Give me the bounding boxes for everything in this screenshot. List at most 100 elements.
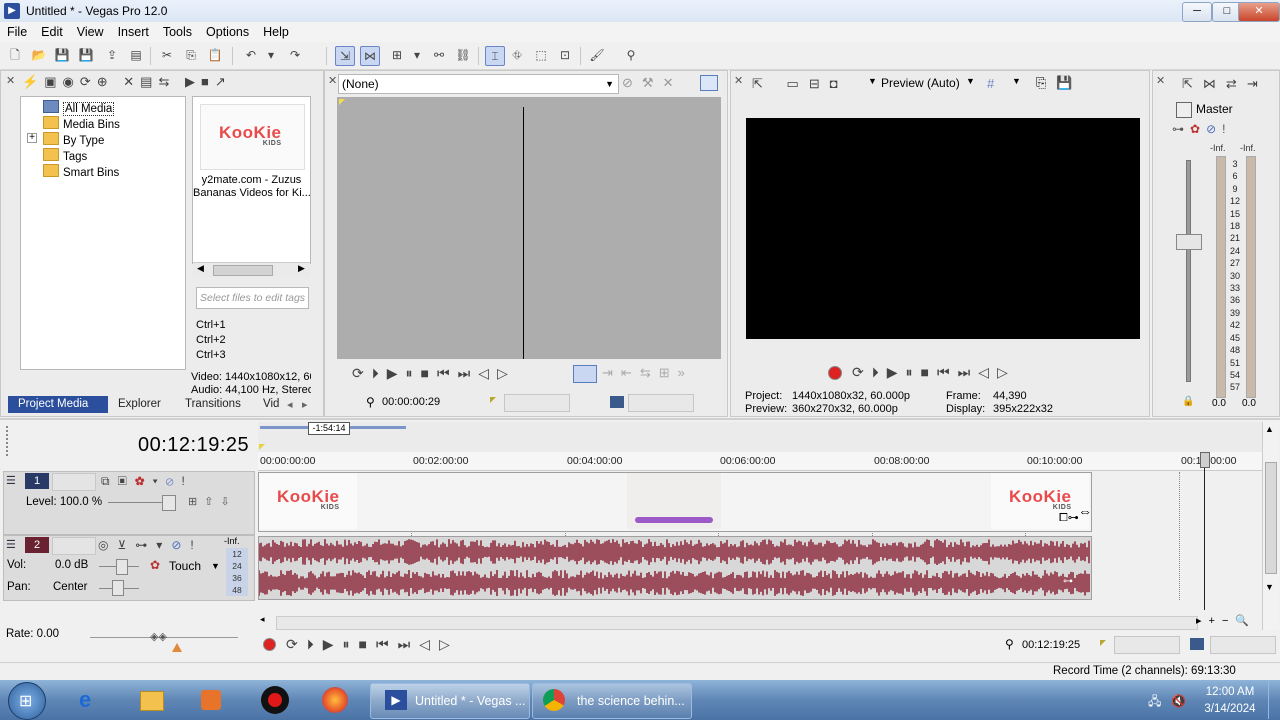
loop-icon[interactable]: ⟳ [286, 636, 307, 652]
lock-envelopes-icon[interactable]: ⚯ [430, 46, 448, 64]
preview-properties-icon[interactable]: ⇱ [752, 76, 773, 91]
video-fx-icon[interactable]: ◘ [830, 76, 848, 91]
play-icon[interactable]: ▶ [887, 364, 906, 380]
task-vegas[interactable]: ▶ Untitled * - Vegas ... [370, 683, 530, 719]
scroll-left-icon[interactable]: ◀ [197, 263, 204, 274]
ripple-dropdown-icon[interactable]: ▾ [408, 46, 426, 64]
ripple-edit-icon[interactable]: ⊞ [388, 46, 406, 64]
compositing-mode-icon[interactable]: ⧉ [101, 474, 118, 488]
track-minimize-icon[interactable]: ☰ [6, 474, 16, 487]
capture-icon[interactable]: ▣ [44, 74, 62, 89]
invert-phase-icon[interactable]: ⊻ [117, 538, 135, 552]
task-chrome[interactable]: the science behin... [532, 683, 692, 719]
trimmer-history-dropdown[interactable]: (None) ▼ [338, 74, 619, 94]
scroll-right-icon[interactable]: ▶ [298, 263, 305, 274]
next-frame-icon[interactable]: ▷ [439, 636, 459, 652]
master-lock-icon[interactable]: 🔒 [1182, 396, 1194, 407]
zoom-tool-icon[interactable]: 🔍 [1235, 615, 1256, 627]
go-start-icon[interactable]: ⏮ [437, 365, 458, 381]
expand-icon[interactable]: ⇧ [204, 496, 220, 508]
menu-options[interactable]: Options [199, 22, 256, 39]
media-properties-icon[interactable]: ▤ [140, 74, 158, 89]
prev-frame-icon[interactable]: ◁ [978, 364, 997, 380]
fx-dropdown-icon[interactable]: ▼ [868, 76, 877, 86]
vol-slider-handle[interactable] [116, 559, 128, 575]
bus-fx-icon[interactable]: ⊶ [1172, 122, 1190, 136]
envelope-tool-icon[interactable]: ⛗ [508, 46, 526, 64]
more-icon[interactable]: » [678, 365, 693, 380]
dim-icon[interactable]: ⇄ [1226, 76, 1247, 91]
insert-icon[interactable]: ⇥ [602, 365, 621, 380]
menu-insert[interactable]: Insert [111, 22, 156, 39]
minimize-button[interactable]: ─ [1182, 2, 1212, 22]
trimmer-add-icon[interactable] [573, 365, 597, 383]
copy-icon[interactable]: ⎘ [182, 46, 200, 64]
menu-tools[interactable]: Tools [156, 22, 199, 39]
undo-icon[interactable]: ↶ [242, 46, 260, 64]
audio-clip[interactable] [258, 536, 1092, 600]
play-icon[interactable]: ▶ [323, 636, 343, 652]
playhead-handle[interactable] [1200, 452, 1210, 468]
go-end-icon[interactable]: ⏭ [398, 636, 420, 652]
scroll-thumb[interactable] [213, 265, 273, 276]
media-hscrollbar[interactable]: ◀ ▶ [193, 262, 310, 277]
file-explorer-icon[interactable] [134, 684, 168, 716]
menu-file[interactable]: File [0, 22, 34, 39]
vscroll-thumb[interactable] [1265, 462, 1277, 574]
parent-motion-icon[interactable]: ▣ [118, 474, 135, 488]
play-from-start-icon[interactable]: ⏵ [372, 365, 387, 381]
track-fx-icon[interactable]: ✿ [135, 474, 153, 488]
tree-item-by-type[interactable]: By Type [43, 132, 104, 148]
next-frame-icon[interactable]: ▷ [997, 364, 1016, 380]
automation-icon[interactable]: ✿ [150, 558, 160, 572]
rate-slider-handle[interactable]: ◈◈ [150, 630, 167, 643]
play-media-icon[interactable]: ▶ [185, 74, 201, 89]
import-media-icon[interactable]: ⚡ [22, 74, 44, 89]
tree-item-smart-bins[interactable]: Smart Bins [43, 164, 119, 180]
get-media-icon[interactable]: ◉ [62, 74, 79, 89]
track-minimize-icon[interactable]: ☰ [6, 538, 16, 551]
pause-icon[interactable]: ⏸ [906, 364, 921, 380]
tab-project-media[interactable]: Project Media [18, 398, 88, 410]
cut-icon[interactable]: ✂ [158, 46, 176, 64]
trimmer-tool2-icon[interactable]: ⚒ [642, 75, 663, 90]
arm-record-icon[interactable]: ◎ [98, 538, 117, 552]
level-slider-handle[interactable] [162, 495, 176, 511]
internet-explorer-icon[interactable]: e [72, 684, 106, 716]
video-clip[interactable]: KooKie KIDS KooKie KIDS ⧠⊶ [258, 472, 1092, 532]
trimmer-remove-icon[interactable]: ✕ [663, 75, 683, 90]
pause-icon[interactable]: ⏸ [343, 636, 359, 652]
master-solo-icon[interactable]: ! [1222, 122, 1231, 136]
auto-preview-icon[interactable]: ↗ [215, 74, 232, 89]
tab-transitions[interactable]: Transitions [185, 398, 241, 410]
firefox-icon[interactable] [318, 684, 352, 716]
tree-item-all-media[interactable]: All Media [43, 100, 115, 116]
expand-by-type-icon[interactable]: + [27, 133, 37, 143]
track-motion-icon[interactable]: ⊞ [188, 496, 204, 508]
pan-slider-handle[interactable] [112, 580, 124, 596]
media-fx-icon[interactable]: ⇆ [158, 74, 175, 89]
overwrite-icon[interactable]: ⇤ [621, 365, 640, 380]
mixer-icon[interactable]: ⇱ [1182, 76, 1203, 91]
solo-icon[interactable]: ! [190, 538, 202, 552]
next-frame-icon[interactable]: ▷ [497, 365, 516, 381]
audio-clip-fx-icon[interactable]: ⊶ [1063, 576, 1073, 587]
mono-icon[interactable]: ⇥ [1247, 76, 1268, 91]
clock-date[interactable]: 3/14/2024 [1200, 703, 1260, 715]
record-icon[interactable] [263, 638, 276, 651]
paste-icon[interactable]: 📋 [206, 46, 224, 64]
master-fx-icon[interactable]: ✿ [1190, 122, 1206, 136]
audio-track-name-field[interactable] [52, 537, 96, 555]
search-media-icon[interactable]: ⊕ [97, 74, 114, 89]
panel-close-icon[interactable]: ✕ [6, 74, 15, 87]
stop-icon[interactable]: ■ [421, 365, 437, 381]
snapping-icon[interactable]: ⇲ [335, 46, 355, 66]
trimmer-monitor-icon[interactable] [700, 75, 718, 91]
automation-dropdown-icon[interactable]: ▼ [211, 561, 220, 571]
volume-muted-icon[interactable]: 🔇 [1171, 694, 1196, 708]
overlays-dropdown-icon[interactable]: ▼ [1012, 76, 1021, 86]
menu-help[interactable]: Help [256, 22, 296, 39]
media-thumbnail[interactable]: KooKie KIDS [200, 104, 305, 170]
selection-tool-icon[interactable]: ⬚ [532, 46, 550, 64]
save-snapshot-icon[interactable]: 💾 [1056, 75, 1082, 90]
